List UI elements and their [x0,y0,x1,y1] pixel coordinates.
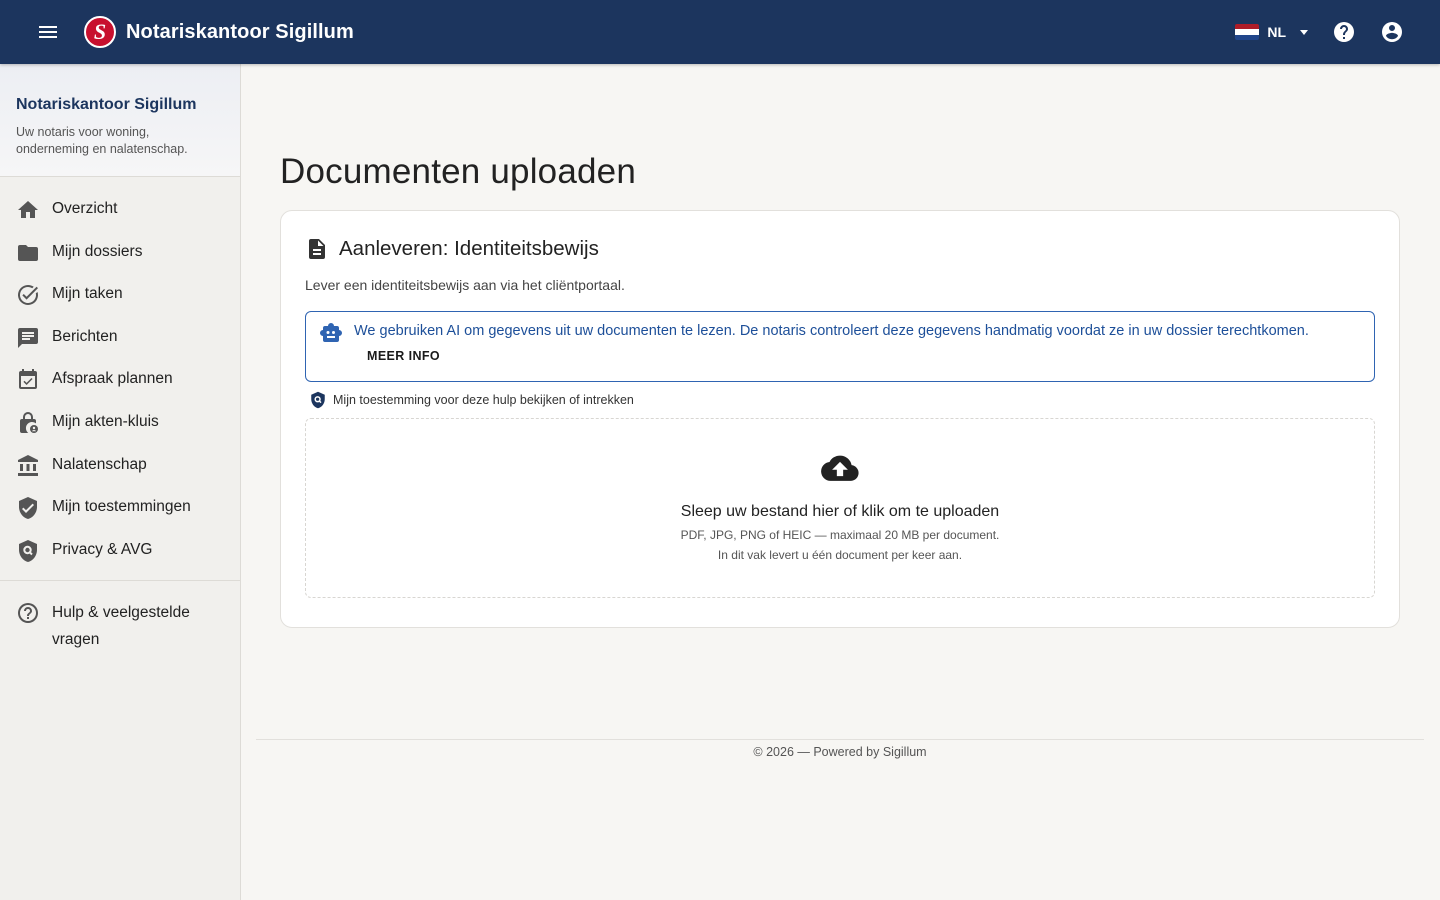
sidebar-item-label: Overzicht [52,200,118,217]
sidebar-item-label: Mijn taken [52,285,123,303]
shield-check-icon [16,496,40,520]
card-title: Aanleveren: Identiteitsbewijs [339,237,599,260]
top-app-bar: S Notariskantoor Sigillum NL [0,0,1440,64]
upload-card: Aanleveren: Identiteitsbewijs Lever een … [280,210,1400,628]
sidebar-nav: Overzicht Mijn dossiers Mijn taken Beric… [0,177,240,663]
account-button[interactable] [1368,8,1416,56]
hamburger-menu-icon [39,26,57,38]
ai-notice: We gebruiken AI om gegevens uit uw docum… [305,311,1375,382]
consent-link[interactable]: Mijn toestemming voor deze hulp bekijken… [309,391,634,409]
shield-search-icon [16,539,40,563]
sidebar-item-afspraak-plannen[interactable]: Afspraak plannen [0,358,240,401]
sidebar-item-help[interactable]: Hulp & veelgestelde vragen [0,591,240,663]
document-icon [309,239,325,259]
sidebar-item-label: Nalatenschap [52,455,147,473]
help-button[interactable] [1320,8,1368,56]
lock-person-icon [16,411,40,435]
more-info-button[interactable]: MEER INFO [367,349,440,363]
sidebar-item-mijn-toestemmingen[interactable]: Mijn toestemmingen [0,486,240,529]
card-header: Aanleveren: Identiteitsbewijs [305,237,599,261]
brand-name: Notariskantoor Sigillum [126,20,354,43]
sidebar-subtitle: Uw notaris voor woning, onderneming en n… [16,125,188,156]
sidebar-item-label: Afspraak plannen [52,370,173,388]
sidebar-item-overzicht[interactable]: Overzicht [0,188,240,231]
sidebar-item-privacy-avg[interactable]: Privacy & AVG [0,529,240,572]
menu-button[interactable] [24,8,72,56]
check-circle-icon [16,283,40,307]
message-icon [16,326,40,350]
sidebar-item-mijn-akten-kluis[interactable]: Mijn akten-kluis [0,401,240,444]
help-circle-icon [16,601,40,625]
sidebar-item-label: Berichten [52,327,118,345]
sidebar-divider [0,580,240,582]
dropzone-formats: PDF, JPG, PNG of HEIC — maximaal 20 MB p… [680,528,1000,542]
sidebar-item-label: Mijn toestemmingen [52,498,191,516]
language-selector[interactable]: NL [1229,12,1314,52]
sidebar-item-mijn-taken[interactable]: Mijn taken [0,273,240,316]
dropzone-note: In dit vak levert u één document per kee… [717,548,963,562]
chevron-down-icon [1300,29,1308,35]
sidebar-item-label: Hulp & veelgestelde vragen [52,604,190,649]
netherlands-flag-icon [1235,24,1260,40]
page-title: Documenten uploaden [280,152,637,191]
language-code: NL [1267,24,1286,40]
footer: © 2026 — Powered by Sigillum [753,745,927,759]
footer-divider [256,739,1424,740]
ai-notice-text: We gebruiken AI om gegevens uit uw docum… [354,323,1309,339]
sidebar-item-nalatenschap[interactable]: Nalatenschap [0,444,240,487]
brand-logo[interactable]: S [84,16,116,48]
sidebar-item-label: Privacy & AVG [52,540,153,558]
account-circle-icon [1382,22,1402,42]
cloud-upload-icon [821,454,859,489]
robot-icon [319,321,343,350]
folder-icon [16,241,40,265]
help-icon [1334,22,1354,42]
sidebar-item-label: Mijn akten-kluis [52,412,159,430]
sidebar-item-mijn-dossiers[interactable]: Mijn dossiers [0,231,240,274]
sidebar-item-label: Mijn dossiers [52,242,143,260]
sidebar: Notariskantoor Sigillum Uw notaris voor … [0,64,241,900]
file-dropzone[interactable]: Sleep uw bestand hier of klik om te uplo… [305,418,1375,598]
card-description: Lever een identiteitsbewijs aan via het … [305,277,625,293]
sidebar-header: Notariskantoor Sigillum Uw notaris voor … [0,64,240,177]
consent-link-text: Mijn toestemming voor deze hulp bekijken… [333,393,634,407]
home-icon [16,198,40,222]
calendar-check-icon [16,368,40,392]
shield-search-icon [311,391,325,409]
sidebar-title: Notariskantoor Sigillum [16,96,197,113]
bank-icon [16,454,40,478]
sidebar-item-berichten[interactable]: Berichten [0,316,240,359]
dropzone-title: Sleep uw bestand hier of klik om te uplo… [680,503,1000,520]
